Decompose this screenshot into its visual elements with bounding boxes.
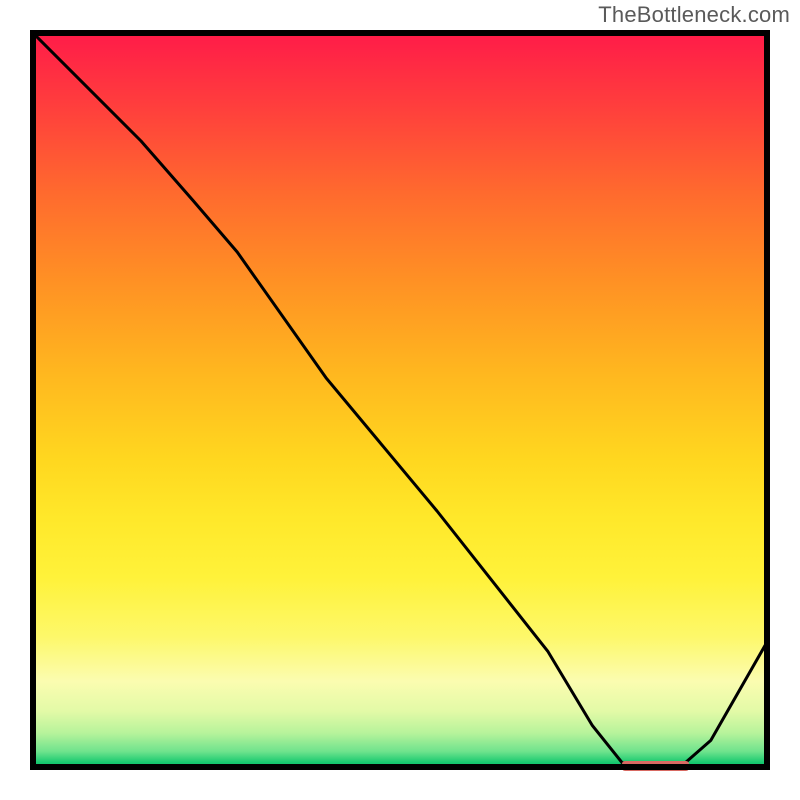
optimal-range-marker (622, 761, 689, 771)
curve-path (30, 30, 770, 766)
bottleneck-curve (30, 30, 770, 770)
plot-area (30, 30, 770, 770)
watermark-text: TheBottleneck.com (598, 2, 790, 28)
chart-container: TheBottleneck.com (0, 0, 800, 800)
